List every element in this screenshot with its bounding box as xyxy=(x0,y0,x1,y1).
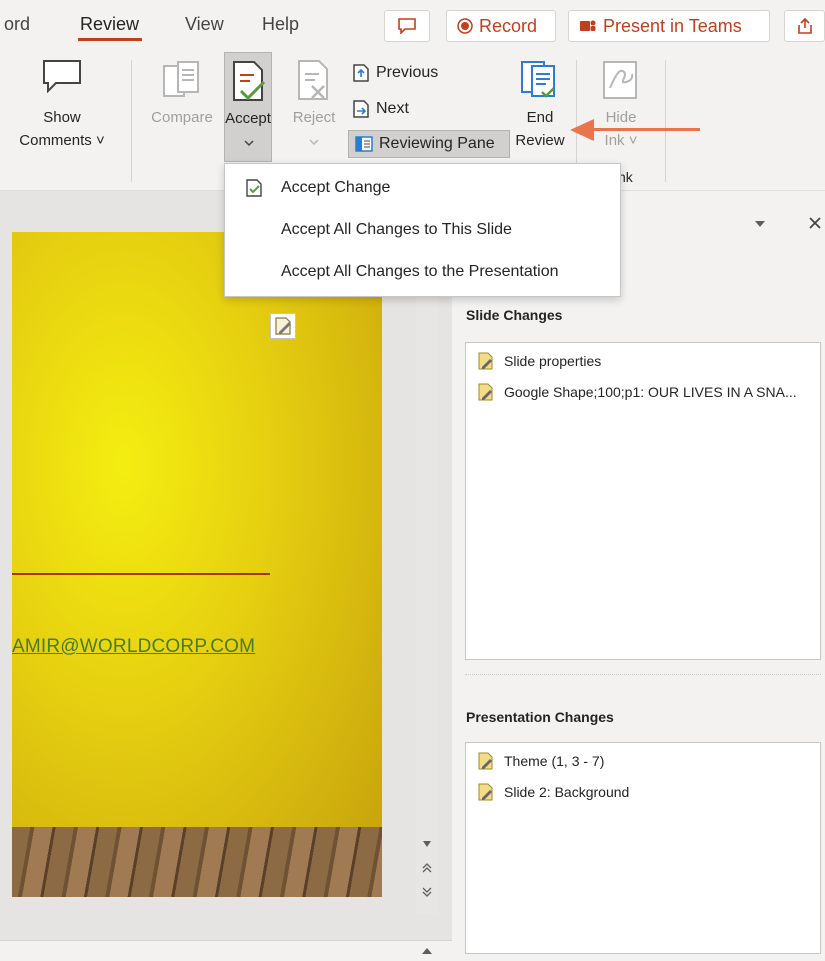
next-slide-icon xyxy=(422,887,432,897)
reviewing-pane-button[interactable]: Reviewing Pane xyxy=(348,130,510,158)
share-icon xyxy=(797,17,812,34)
change-icon xyxy=(476,782,496,802)
accept-all-slide-label: Accept All Changes to This Slide xyxy=(281,221,512,238)
notes-divider xyxy=(0,940,452,961)
callout-arrow-line xyxy=(590,128,700,131)
record-label: Record xyxy=(479,15,538,36)
active-tab-indicator xyxy=(78,38,142,41)
previous-change-icon xyxy=(353,64,369,82)
show-comments-button[interactable]: Show Comments ˅ xyxy=(0,52,130,162)
slide-email-link[interactable]: AMIR@WORLDCORP.COM xyxy=(12,636,255,658)
slide-changes-list[interactable]: Slide properties Google Shape;100;p1: OU… xyxy=(465,342,821,660)
slide-change-label: Google Shape;100;p1: OUR LIVES IN A SNA.… xyxy=(504,384,797,400)
reviewing-pane-label: Reviewing Pane xyxy=(379,135,495,152)
record-icon xyxy=(457,18,473,34)
compare-label: Compare xyxy=(151,109,213,126)
vertical-scrollbar[interactable] xyxy=(416,294,438,914)
previous-label: Previous xyxy=(376,64,439,81)
ribbon-tab-bar: ord Review View Help Record Present in T… xyxy=(0,0,825,52)
pane-section-divider xyxy=(465,674,821,675)
chevron-down-icon xyxy=(244,140,254,147)
callout-arrow-head xyxy=(570,119,594,141)
share-button[interactable] xyxy=(784,10,825,42)
previous-button[interactable]: Previous xyxy=(352,60,438,86)
teams-icon xyxy=(580,20,596,31)
record-button[interactable]: Record xyxy=(446,10,556,42)
list-item[interactable]: Slide 2: Background xyxy=(476,779,629,805)
menu-item-accept-change[interactable]: Accept Change xyxy=(225,168,620,208)
reviewing-pane-icon xyxy=(355,136,373,152)
reject-label: Reject xyxy=(292,109,336,126)
hide-ink-label-2: Ink ˅ xyxy=(604,132,638,149)
accept-label: Accept xyxy=(225,110,271,127)
end-review-label-2: Review xyxy=(515,132,565,149)
scroll-down-icon xyxy=(423,841,431,847)
slide-changes-heading: Slide Changes xyxy=(466,307,563,323)
tab-record-partial[interactable]: ord xyxy=(4,14,30,35)
divider xyxy=(665,60,666,182)
slide-wood-floor xyxy=(12,827,382,897)
tab-help[interactable]: Help xyxy=(262,14,299,35)
accept-dropdown-menu: Accept Change Accept All Changes to This… xyxy=(224,163,621,297)
presentation-change-label: Slide 2: Background xyxy=(504,784,630,800)
slide-change-label: Slide properties xyxy=(504,353,602,369)
next-button[interactable]: Next xyxy=(352,96,409,122)
reject-icon xyxy=(298,60,328,100)
compare-icon xyxy=(163,61,199,97)
reviewing-pane: Slide Changes Slide properties Google Sh… xyxy=(452,195,825,960)
change-icon xyxy=(476,382,496,402)
change-icon xyxy=(476,351,496,371)
chevron-down-icon xyxy=(309,139,319,146)
hide-ink-button[interactable]: Hide Ink ˅ xyxy=(586,52,656,162)
previous-slide-icon xyxy=(422,863,432,873)
list-item[interactable]: Slide properties xyxy=(476,348,601,374)
slide-thumbnail-canvas[interactable]: AMIR@WORLDCORP.COM xyxy=(12,232,382,897)
show-comments-label-2: Comments ˅ xyxy=(19,132,105,149)
accept-icon xyxy=(233,61,266,101)
end-review-label-1: End xyxy=(526,109,554,126)
accept-change-icon xyxy=(246,179,262,197)
close-icon[interactable] xyxy=(808,216,822,230)
compare-button[interactable]: Compare xyxy=(142,52,222,162)
list-item[interactable]: Theme (1, 3 - 7) xyxy=(476,748,604,774)
change-icon xyxy=(476,751,496,771)
show-comments-label: Show xyxy=(43,109,81,126)
tab-view[interactable]: View xyxy=(185,14,224,35)
comment-icon xyxy=(43,60,81,93)
change-marker-icon[interactable] xyxy=(270,313,296,339)
present-in-teams-button[interactable]: Present in Teams xyxy=(568,10,770,42)
accept-all-presentation-label: Accept All Changes to the Presentation xyxy=(281,263,559,280)
pane-options-icon[interactable] xyxy=(754,220,766,228)
presentation-changes-list[interactable]: Theme (1, 3 - 7) Slide 2: Background xyxy=(465,742,821,954)
next-change-icon xyxy=(353,100,369,118)
reject-button[interactable]: Reject xyxy=(284,52,344,162)
tab-review[interactable]: Review xyxy=(80,14,139,35)
slide-divider-line xyxy=(12,573,270,575)
presentation-changes-heading: Presentation Changes xyxy=(466,709,614,725)
comment-icon xyxy=(398,18,416,34)
hide-ink-icon xyxy=(603,61,637,99)
accept-button[interactable]: Accept xyxy=(224,52,272,162)
divider xyxy=(131,60,132,182)
menu-item-accept-all-presentation[interactable]: Accept All Changes to the Presentation xyxy=(225,252,620,292)
presentation-change-label: Theme (1, 3 - 7) xyxy=(504,753,605,769)
list-item[interactable]: Google Shape;100;p1: OUR LIVES IN A SNA.… xyxy=(476,379,797,405)
comments-button[interactable] xyxy=(384,10,430,42)
present-in-teams-label: Present in Teams xyxy=(603,15,742,36)
accept-change-label: Accept Change xyxy=(281,179,391,196)
scroll-up-icon[interactable] xyxy=(421,946,433,956)
end-review-icon xyxy=(521,61,555,98)
hide-ink-label-1: Hide xyxy=(605,109,637,126)
menu-item-accept-all-slide[interactable]: Accept All Changes to This Slide xyxy=(225,210,620,250)
end-review-button[interactable]: End Review xyxy=(510,52,570,162)
next-label: Next xyxy=(376,100,409,117)
